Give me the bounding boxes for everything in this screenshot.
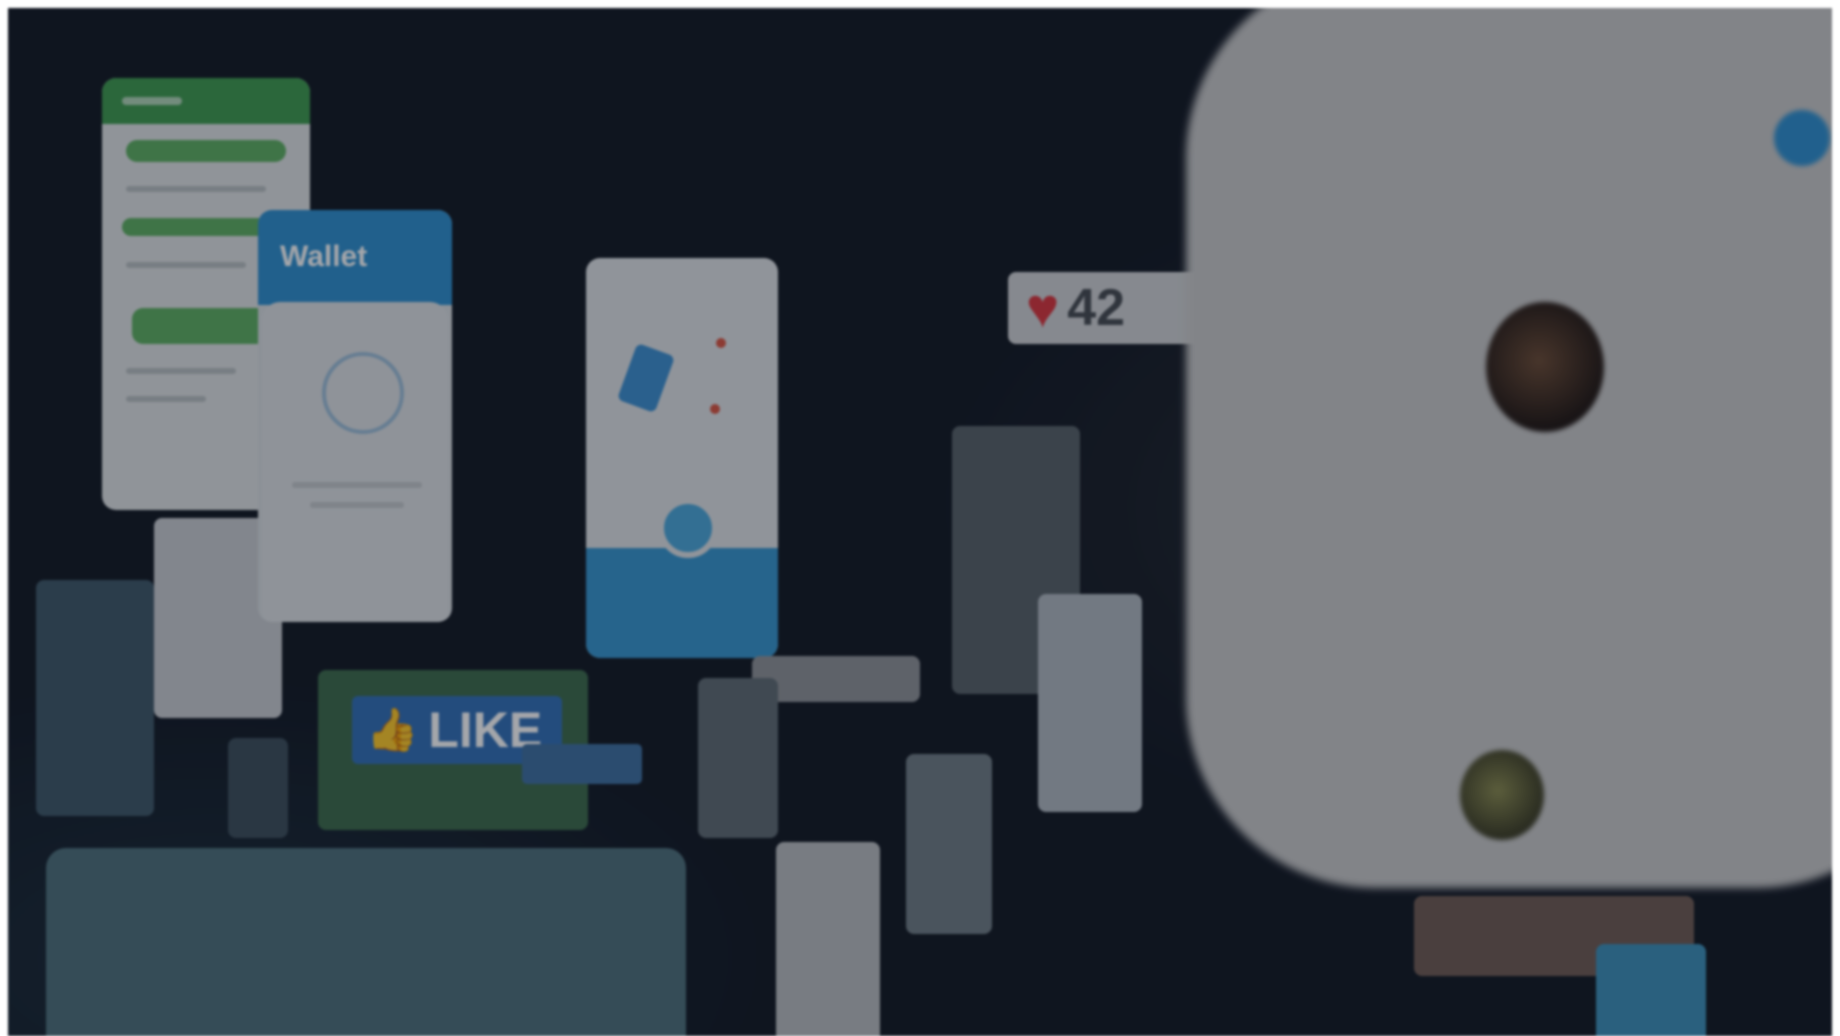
like-badge-small [522, 744, 642, 784]
photo-tile [776, 842, 880, 1036]
chat-app-header [102, 78, 310, 124]
photo-tile [36, 580, 154, 816]
decor-dot [710, 404, 720, 414]
chat-line [126, 186, 266, 192]
photo-tile [698, 678, 778, 838]
fingerprint-icon [322, 352, 404, 434]
hero-image: Wallet ♥ 42 👍 LIKE [8, 8, 1832, 1036]
chat-bubble [126, 140, 286, 162]
twitter-icon [1774, 110, 1830, 166]
wallet-title: Wallet [280, 240, 368, 273]
wallet-text-line [310, 502, 404, 508]
wallet-app-card: Wallet [258, 210, 452, 622]
heart-count: 42 [1067, 279, 1126, 337]
chat-bubble [122, 218, 272, 236]
avatar [1486, 302, 1604, 432]
phone-illustration [616, 342, 676, 414]
payment-app-card [586, 258, 778, 658]
thumbs-up-icon: 👍 [366, 705, 419, 753]
wallet-body [262, 302, 448, 622]
list-tile [1038, 594, 1142, 812]
heart-counter-badge: ♥ 42 [1008, 272, 1216, 344]
avatar [1460, 750, 1544, 840]
photo-tile [228, 738, 288, 838]
payment-circle-icon [658, 498, 718, 558]
payment-footer [586, 548, 778, 658]
wallet-text-line [292, 482, 422, 488]
map-card [46, 848, 686, 1036]
chat-line [126, 396, 206, 402]
chat-header-title-bar [122, 97, 182, 105]
chat-line [126, 262, 246, 268]
photo-tile [1596, 944, 1706, 1036]
heart-icon: ♥ [1026, 276, 1060, 339]
decor-dot [716, 338, 726, 348]
chat-line [126, 368, 236, 374]
photo-tile [906, 754, 992, 934]
wallet-header: Wallet [258, 210, 452, 305]
